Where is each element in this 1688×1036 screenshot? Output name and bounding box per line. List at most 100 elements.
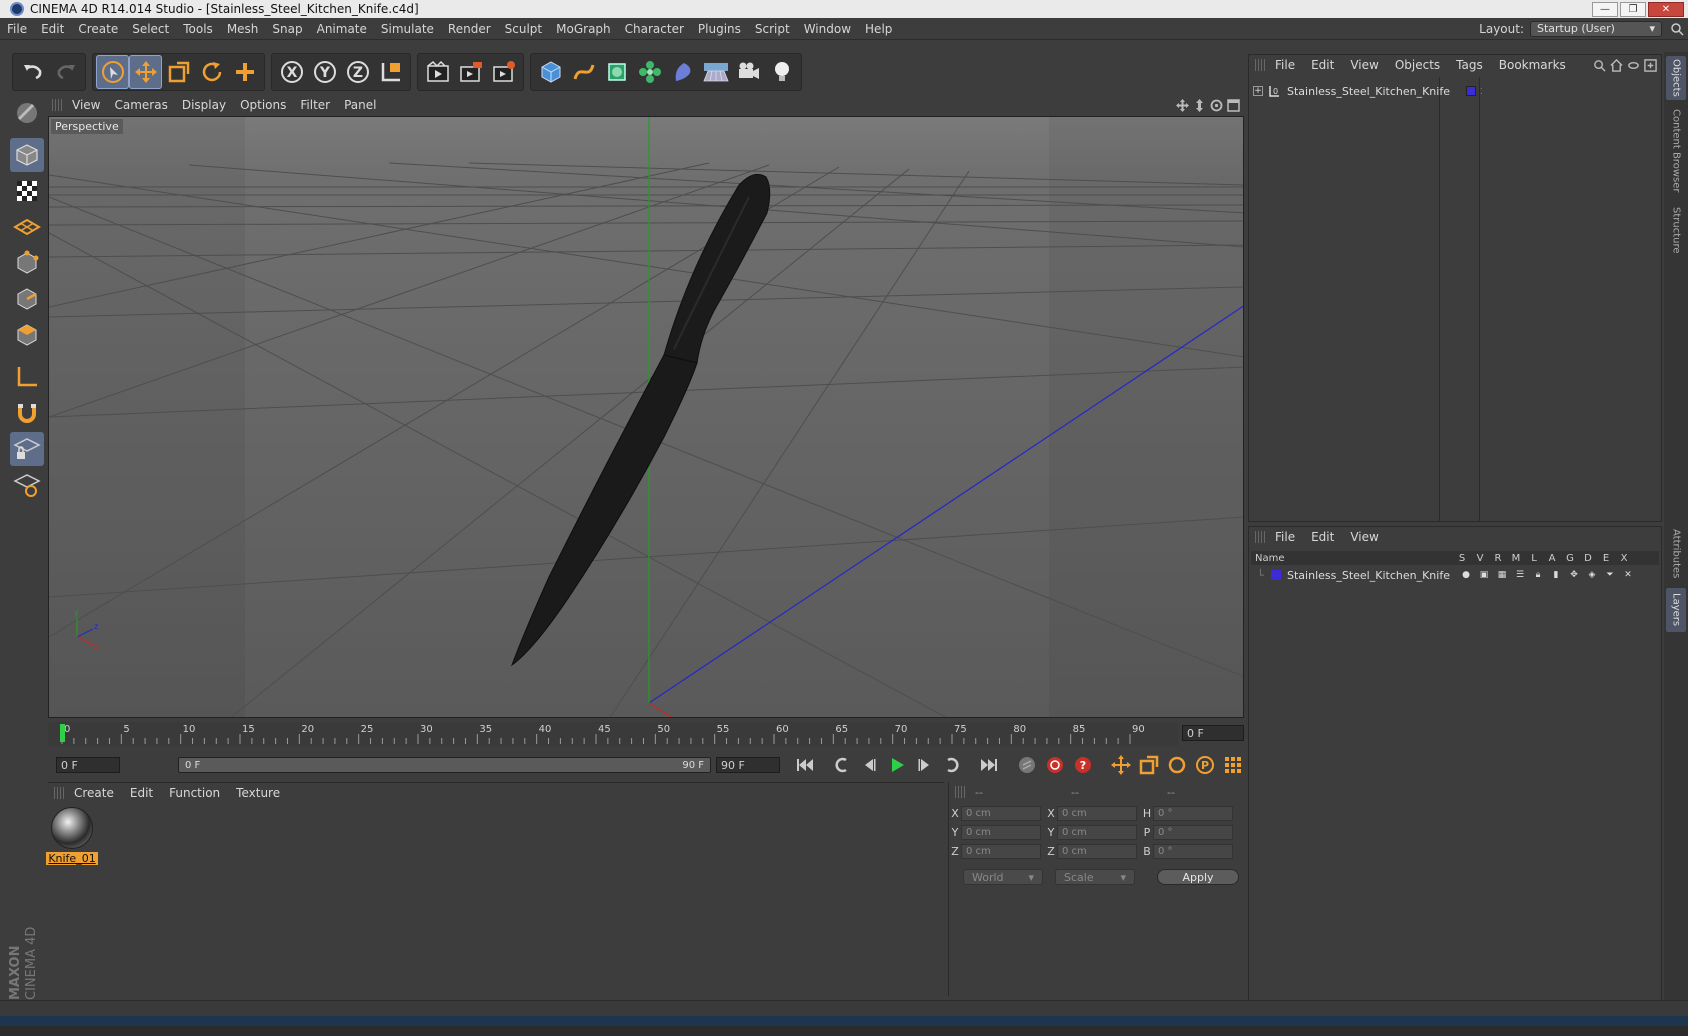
- make-editable-icon[interactable]: [10, 96, 44, 130]
- new-window-icon[interactable]: [1644, 58, 1657, 72]
- start-frame-field[interactable]: 0 F: [56, 757, 120, 773]
- viewport-menu-cameras[interactable]: Cameras: [114, 98, 167, 112]
- render-settings-icon[interactable]: [487, 55, 520, 89]
- menu-character[interactable]: Character: [618, 22, 691, 36]
- close-button[interactable]: ✕: [1648, 1, 1684, 17]
- move-tool-icon[interactable]: [129, 55, 162, 89]
- menu-tools[interactable]: Tools: [176, 22, 220, 36]
- spline-icon[interactable]: [567, 55, 600, 89]
- tab-content-browser[interactable]: Content Browser: [1666, 106, 1686, 196]
- menu-simulate[interactable]: Simulate: [374, 22, 441, 36]
- render-view-icon[interactable]: [421, 55, 454, 89]
- rotate-tool-icon[interactable]: [195, 55, 228, 89]
- menu-help[interactable]: Help: [858, 22, 899, 36]
- layer-name[interactable]: Stainless_Steel_Kitchen_Knife: [1287, 569, 1457, 582]
- object-name[interactable]: Stainless_Steel_Kitchen_Knife: [1287, 85, 1450, 98]
- tab-objects[interactable]: Objects: [1666, 56, 1686, 100]
- mograph-cloner-icon[interactable]: [633, 55, 666, 89]
- play-icon[interactable]: [884, 753, 910, 777]
- material-menu-function[interactable]: Function: [169, 786, 220, 800]
- render-toggle-icon[interactable]: ▦: [1493, 570, 1511, 580]
- apply-button[interactable]: Apply: [1157, 869, 1239, 885]
- material-menu-create[interactable]: Create: [74, 786, 114, 800]
- search-icon[interactable]: [1593, 59, 1606, 72]
- camera-icon[interactable]: [732, 55, 765, 89]
- preview-range-slider[interactable]: 0 F 90 F: [178, 757, 711, 773]
- material-menu-texture[interactable]: Texture: [236, 786, 280, 800]
- column-expressions[interactable]: E: [1597, 553, 1615, 564]
- menu-select[interactable]: Select: [125, 22, 176, 36]
- polygons-mode-icon[interactable]: [10, 318, 44, 352]
- panel-grip[interactable]: [1255, 59, 1265, 71]
- tab-attributes[interactable]: Attributes: [1666, 526, 1686, 582]
- camera-label[interactable]: Perspective: [51, 119, 123, 134]
- minimize-button[interactable]: —: [1592, 1, 1618, 17]
- next-frame-icon[interactable]: [912, 753, 938, 777]
- coordinate-space-select[interactable]: World ▾: [963, 869, 1043, 885]
- layer-row[interactable]: └ Stainless_Steel_Kitchen_Knife ● ▣ ▦ ☰ …: [1251, 567, 1659, 583]
- position-z-field[interactable]: 0 cm: [961, 843, 1041, 859]
- tab-structure[interactable]: Structure: [1666, 202, 1686, 258]
- redo-icon[interactable]: [49, 55, 82, 89]
- maximize-button[interactable]: ❐: [1620, 1, 1646, 17]
- record-position-icon[interactable]: [1108, 753, 1134, 777]
- position-y-field[interactable]: 0 cm: [961, 824, 1041, 840]
- viewport-menu-display[interactable]: Display: [182, 98, 226, 112]
- menu-mograph[interactable]: MoGraph: [549, 22, 618, 36]
- object-menu-edit[interactable]: Edit: [1311, 58, 1334, 72]
- menu-create[interactable]: Create: [71, 22, 125, 36]
- floor-environment-icon[interactable]: [699, 55, 732, 89]
- size-x-field[interactable]: 0 cm: [1057, 805, 1137, 821]
- locked-workplane-icon[interactable]: [10, 432, 44, 466]
- object-menu-tags[interactable]: Tags: [1456, 58, 1483, 72]
- coordinate-mode-select[interactable]: Scale ▾: [1055, 869, 1135, 885]
- go-to-end-icon[interactable]: [976, 753, 1002, 777]
- autokeying-icon[interactable]: [1042, 753, 1068, 777]
- expression-toggle-icon[interactable]: ⏷: [1601, 570, 1619, 580]
- snap-magnet-icon[interactable]: [10, 396, 44, 430]
- object-menu-objects[interactable]: Objects: [1395, 58, 1440, 72]
- cube-object-icon[interactable]: [534, 55, 567, 89]
- menu-snap[interactable]: Snap: [265, 22, 309, 36]
- material-preview[interactable]: [51, 807, 93, 849]
- viewport-menu-panel[interactable]: Panel: [344, 98, 376, 112]
- record-scale-icon[interactable]: [1136, 753, 1162, 777]
- go-to-start-icon[interactable]: [792, 753, 818, 777]
- size-z-field[interactable]: 0 cm: [1057, 843, 1137, 859]
- column-animation[interactable]: A: [1543, 553, 1561, 564]
- zoom-view-icon[interactable]: [1193, 98, 1206, 112]
- menu-animate[interactable]: Animate: [310, 22, 374, 36]
- home-icon[interactable]: [1610, 58, 1623, 72]
- menu-plugins[interactable]: Plugins: [691, 22, 748, 36]
- record-parameter-icon[interactable]: P: [1192, 753, 1218, 777]
- record-rotation-icon[interactable]: [1164, 753, 1190, 777]
- record-active-objects-icon[interactable]: [1014, 753, 1040, 777]
- object-menu-bookmarks[interactable]: Bookmarks: [1499, 58, 1566, 72]
- size-y-field[interactable]: 0 cm: [1057, 824, 1137, 840]
- xref-toggle-icon[interactable]: ✕: [1619, 570, 1637, 580]
- menu-sculpt[interactable]: Sculpt: [498, 22, 549, 36]
- animation-toggle-icon[interactable]: ▮: [1547, 570, 1565, 580]
- manager-toggle-icon[interactable]: ☰: [1511, 570, 1529, 580]
- menu-window[interactable]: Window: [797, 22, 858, 36]
- viewport-menu-view[interactable]: View: [72, 98, 100, 112]
- position-x-field[interactable]: 0 cm: [961, 805, 1041, 821]
- layer-menu-file[interactable]: File: [1275, 530, 1295, 544]
- render-to-picture-viewer-icon[interactable]: [454, 55, 487, 89]
- scale-tool-icon[interactable]: [162, 55, 195, 89]
- toggle-layout-icon[interactable]: [1227, 98, 1240, 112]
- material-item[interactable]: Knife_01: [46, 807, 98, 865]
- planar-workplane-icon[interactable]: [10, 468, 44, 502]
- object-menu-view[interactable]: View: [1350, 58, 1378, 72]
- record-point-level-icon[interactable]: [1220, 753, 1246, 777]
- z-axis-icon[interactable]: Z: [341, 55, 374, 89]
- menu-edit[interactable]: Edit: [34, 22, 71, 36]
- playhead-marker[interactable]: [60, 724, 65, 742]
- generator-toggle-icon[interactable]: ✥: [1565, 570, 1583, 580]
- timeline-ruler[interactable]: 0 5 10 15 20 25 30 35 40 45 50 55 60 65 70 75 80 85 90 0 F: [48, 722, 1244, 746]
- panel-grip[interactable]: [1255, 531, 1265, 543]
- search-icon[interactable]: [1670, 22, 1684, 36]
- material-name[interactable]: Knife_01: [46, 852, 98, 865]
- layer-menu-view[interactable]: View: [1350, 530, 1378, 544]
- undo-icon[interactable]: [16, 55, 49, 89]
